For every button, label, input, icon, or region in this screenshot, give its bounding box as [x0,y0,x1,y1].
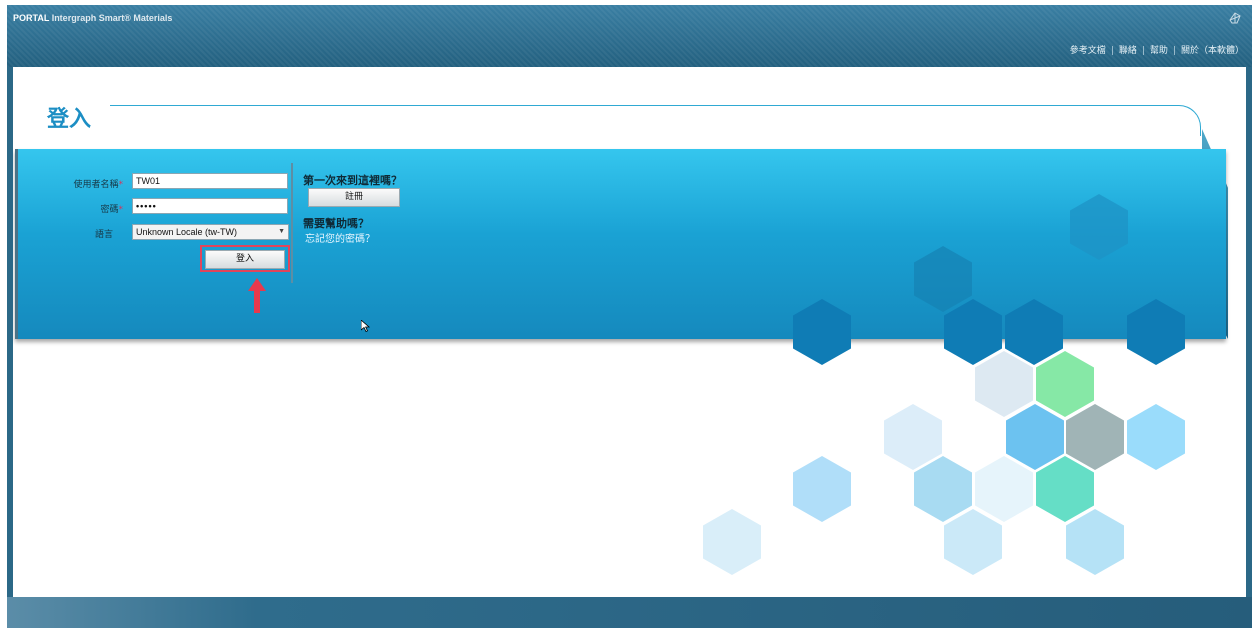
panel-divider [291,163,293,283]
app-window: PORTAL Intergraph Smart® Materials 參考文檔 |… [0,0,1257,628]
username-field[interactable]: TW01 [132,173,288,189]
required-mark: * [118,205,124,215]
link-contact[interactable]: 聯絡 [1119,46,1137,56]
mouse-cursor-icon [361,320,371,332]
required-mark: * [118,180,124,190]
chevron-down-icon: ▼ [278,228,285,235]
link-about[interactable]: 關於（本軟體） [1181,46,1244,56]
forgot-password-link[interactable]: 忘記您的密碼？ [305,230,375,245]
footer-bar [7,597,1252,628]
login-button[interactable]: 登入 [205,250,285,269]
password-field[interactable]: ••••• [132,198,288,214]
link-reference-docs[interactable]: 參考文檔 [1070,46,1106,56]
first-time-heading: 第一次來到這裡嗎？ [303,174,402,187]
language-label: 語言 [94,230,113,240]
username-label: 使用者名稱* [73,180,124,190]
link-help[interactable]: 幫助 [1150,46,1168,56]
need-help-heading: 需要幫助嗎？ [303,217,369,230]
brand-product: Intergraph Smart® Materials [51,13,173,23]
register-button[interactable]: 註冊 [308,188,400,207]
language-select-value: Unknown Locale (tw-TW) [136,227,238,237]
brand-logo: PORTAL Intergraph Smart® Materials [13,13,172,23]
brand-portal: PORTAL [13,13,50,23]
top-header: PORTAL Intergraph Smart® Materials 參考文檔 |… [7,5,1252,67]
right-border [1246,67,1252,597]
page-title: 登入 [47,107,92,132]
password-label: 密碼* [100,205,124,215]
red-arrow-up-icon [248,278,266,313]
title-tab-line [110,105,1201,136]
main-content: 登入 使用者名稱* 密碼* 語言 TW01 ••••• Unknown Loca… [13,67,1246,597]
language-select[interactable]: Unknown Locale (tw-TW) ▼ [132,224,289,240]
app-logo-icon [1228,11,1242,25]
top-links: 參考文檔 | 聯絡 | 幫助 | 關於（本軟體） [1069,46,1244,56]
